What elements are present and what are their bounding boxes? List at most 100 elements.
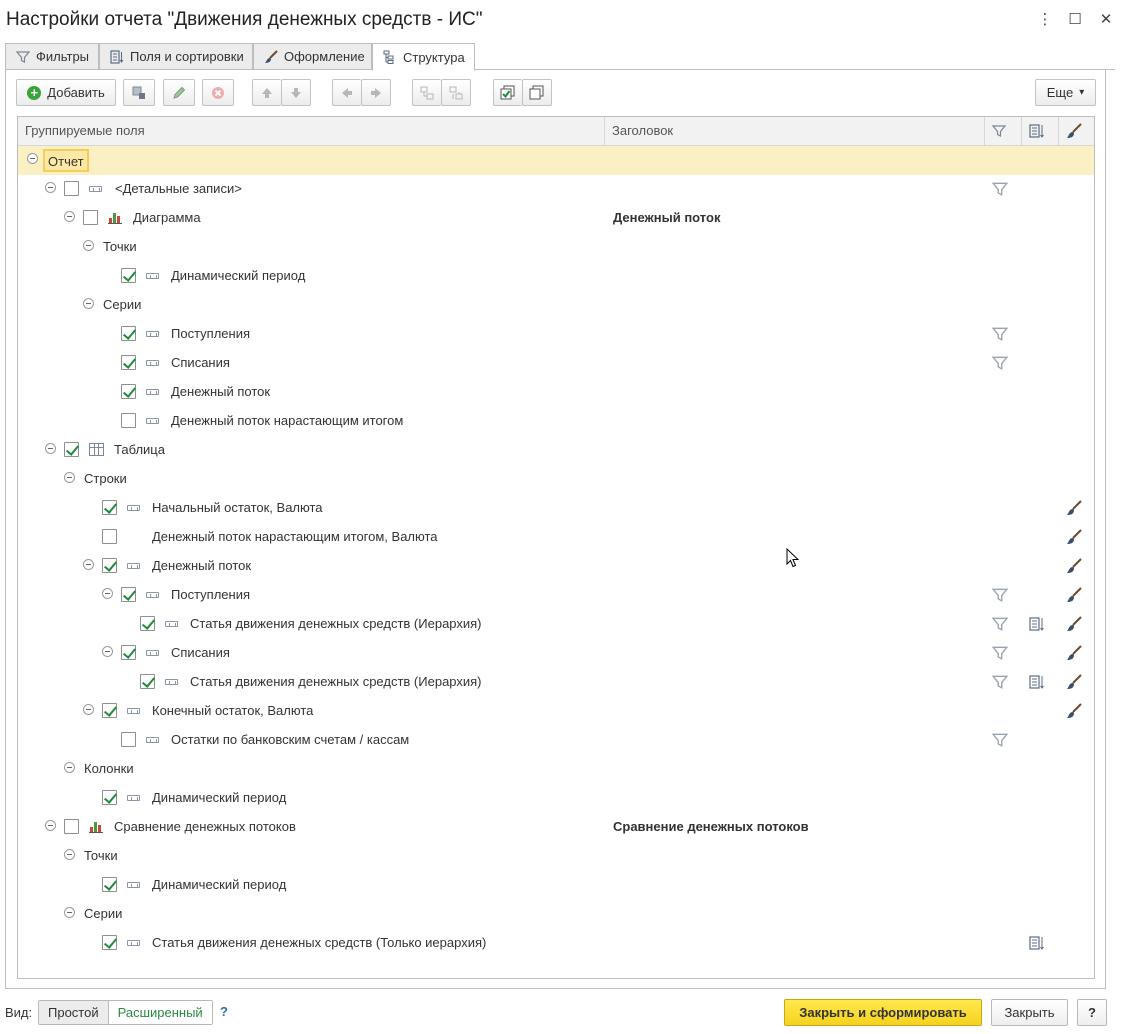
- appearance-marker-icon[interactable]: [1066, 645, 1082, 661]
- collapse-toggle-icon[interactable]: [45, 443, 56, 454]
- column-header-fields[interactable]: Группируемые поля: [18, 117, 605, 145]
- structure-tree-grid[interactable]: Группируемые поля Заголовок Отчет <Деталь…: [17, 116, 1095, 979]
- move-left-button[interactable]: [332, 79, 361, 106]
- sorting-marker-icon[interactable]: [1029, 935, 1045, 951]
- help-button[interactable]: ?: [1077, 999, 1107, 1026]
- column-header-title[interactable]: Заголовок: [605, 117, 985, 145]
- tree-row[interactable]: Точки: [18, 233, 1094, 262]
- collapse-toggle-icon[interactable]: [45, 182, 56, 193]
- tree-row[interactable]: Колонки: [18, 755, 1094, 784]
- filter-marker-icon[interactable]: [991, 355, 1009, 371]
- use-checkbox[interactable]: [102, 558, 117, 573]
- use-checkbox[interactable]: [64, 181, 79, 196]
- tree-row[interactable]: Денежный поток: [18, 552, 1094, 581]
- collapse-toggle-icon[interactable]: [64, 762, 75, 773]
- filter-marker-icon[interactable]: [991, 616, 1009, 632]
- use-checkbox[interactable]: [121, 413, 136, 428]
- sorting-marker-icon[interactable]: [1029, 616, 1045, 632]
- tree-row[interactable]: Строки: [18, 465, 1094, 494]
- collapse-toggle-icon[interactable]: [64, 472, 75, 483]
- collapse-toggle-icon[interactable]: [83, 704, 94, 715]
- tree-row[interactable]: Поступления: [18, 581, 1094, 610]
- tree-row[interactable]: Остатки по банковским счетам / кассам: [18, 726, 1094, 755]
- use-checkbox[interactable]: [102, 935, 117, 950]
- ungroup-button[interactable]: [441, 79, 471, 106]
- filter-marker-icon[interactable]: [991, 181, 1009, 197]
- appearance-marker-icon[interactable]: [1066, 674, 1082, 690]
- use-checkbox[interactable]: [121, 355, 136, 370]
- column-header-appearance[interactable]: [1059, 117, 1094, 145]
- collapse-toggle-icon[interactable]: [64, 211, 75, 222]
- tree-row[interactable]: Конечный остаток, Валюта: [18, 697, 1094, 726]
- help-link[interactable]: ?: [220, 1004, 228, 1019]
- use-checkbox[interactable]: [64, 819, 79, 834]
- use-checkbox[interactable]: [121, 732, 136, 747]
- close-and-generate-button[interactable]: Закрыть и сформировать: [784, 999, 982, 1026]
- collapse-toggle-icon[interactable]: [45, 820, 56, 831]
- maximize-icon[interactable]: ☐: [1063, 8, 1087, 32]
- filter-marker-icon[interactable]: [991, 326, 1009, 342]
- collapse-toggle-icon[interactable]: [83, 559, 94, 570]
- more-menu-icon[interactable]: ⋮: [1033, 8, 1057, 32]
- edit-button[interactable]: [163, 79, 195, 106]
- add-group-button[interactable]: [123, 79, 155, 106]
- tree-row[interactable]: Денежный поток нарастающим итогом, Валют…: [18, 523, 1094, 552]
- collapse-toggle-icon[interactable]: [102, 588, 113, 599]
- tree-row[interactable]: Начальный остаток, Валюта: [18, 494, 1094, 523]
- column-header-filter[interactable]: [985, 117, 1022, 145]
- tree-row[interactable]: Серии: [18, 900, 1094, 929]
- use-checkbox[interactable]: [102, 877, 117, 892]
- use-checkbox[interactable]: [140, 616, 155, 631]
- check-all-button[interactable]: [493, 79, 522, 106]
- filter-marker-icon[interactable]: [991, 732, 1009, 748]
- tree-row-root[interactable]: Отчет: [18, 146, 1094, 175]
- appearance-marker-icon[interactable]: [1066, 529, 1082, 545]
- appearance-marker-icon[interactable]: [1066, 703, 1082, 719]
- collapse-toggle-icon[interactable]: [64, 849, 75, 860]
- tree-row[interactable]: Точки: [18, 842, 1094, 871]
- use-checkbox[interactable]: [102, 703, 117, 718]
- tab-filters[interactable]: Фильтры: [5, 43, 99, 70]
- group-button[interactable]: [412, 79, 441, 106]
- tab-fields-and-sorting[interactable]: Поля и сортировки: [99, 43, 253, 70]
- close-icon[interactable]: ✕: [1094, 8, 1118, 32]
- sorting-marker-icon[interactable]: [1029, 674, 1045, 690]
- filter-marker-icon[interactable]: [991, 645, 1009, 661]
- use-checkbox[interactable]: [102, 500, 117, 515]
- tree-row[interactable]: Списания: [18, 349, 1094, 378]
- tree-row[interactable]: Динамический период: [18, 871, 1094, 900]
- appearance-marker-icon[interactable]: [1066, 616, 1082, 632]
- tree-row[interactable]: Списания: [18, 639, 1094, 668]
- move-up-button[interactable]: [252, 79, 281, 106]
- tab-structure[interactable]: Структура: [372, 43, 475, 71]
- tree-row[interactable]: Денежный поток: [18, 378, 1094, 407]
- uncheck-all-button[interactable]: [522, 79, 552, 106]
- add-button[interactable]: + Добавить: [16, 79, 116, 106]
- view-simple-button[interactable]: Простой: [39, 1001, 109, 1024]
- use-checkbox[interactable]: [64, 442, 79, 457]
- use-checkbox[interactable]: [121, 587, 136, 602]
- use-checkbox[interactable]: [121, 326, 136, 341]
- tree-row[interactable]: Сравнение денежных потоков Сравнение дене…: [18, 813, 1094, 842]
- collapse-toggle-icon[interactable]: [102, 646, 113, 657]
- tree-row[interactable]: Серии: [18, 291, 1094, 320]
- tree-row[interactable]: Динамический период: [18, 784, 1094, 813]
- collapse-toggle-icon[interactable]: [83, 240, 94, 251]
- use-checkbox[interactable]: [83, 210, 98, 225]
- column-header-sorting[interactable]: [1022, 117, 1059, 145]
- filter-marker-icon[interactable]: [991, 674, 1009, 690]
- move-down-button[interactable]: [281, 79, 311, 106]
- tree-row[interactable]: Динамический период: [18, 262, 1094, 291]
- view-advanced-button[interactable]: Расширенный: [108, 1001, 212, 1024]
- tree-row[interactable]: Статья движения денежных средств (Только…: [18, 929, 1094, 958]
- tree-row[interactable]: Таблица: [18, 436, 1094, 465]
- use-checkbox[interactable]: [121, 384, 136, 399]
- use-checkbox[interactable]: [102, 790, 117, 805]
- use-checkbox[interactable]: [121, 268, 136, 283]
- tab-appearance[interactable]: Оформление: [253, 43, 372, 70]
- more-button[interactable]: Еще ▾: [1035, 79, 1096, 106]
- tree-row[interactable]: Денежный поток нарастающим итогом: [18, 407, 1094, 436]
- delete-button[interactable]: [202, 79, 234, 106]
- tree-row[interactable]: Статья движения денежных средств (Иерарх…: [18, 668, 1094, 697]
- tree-row[interactable]: Диаграмма Денежный поток: [18, 204, 1094, 233]
